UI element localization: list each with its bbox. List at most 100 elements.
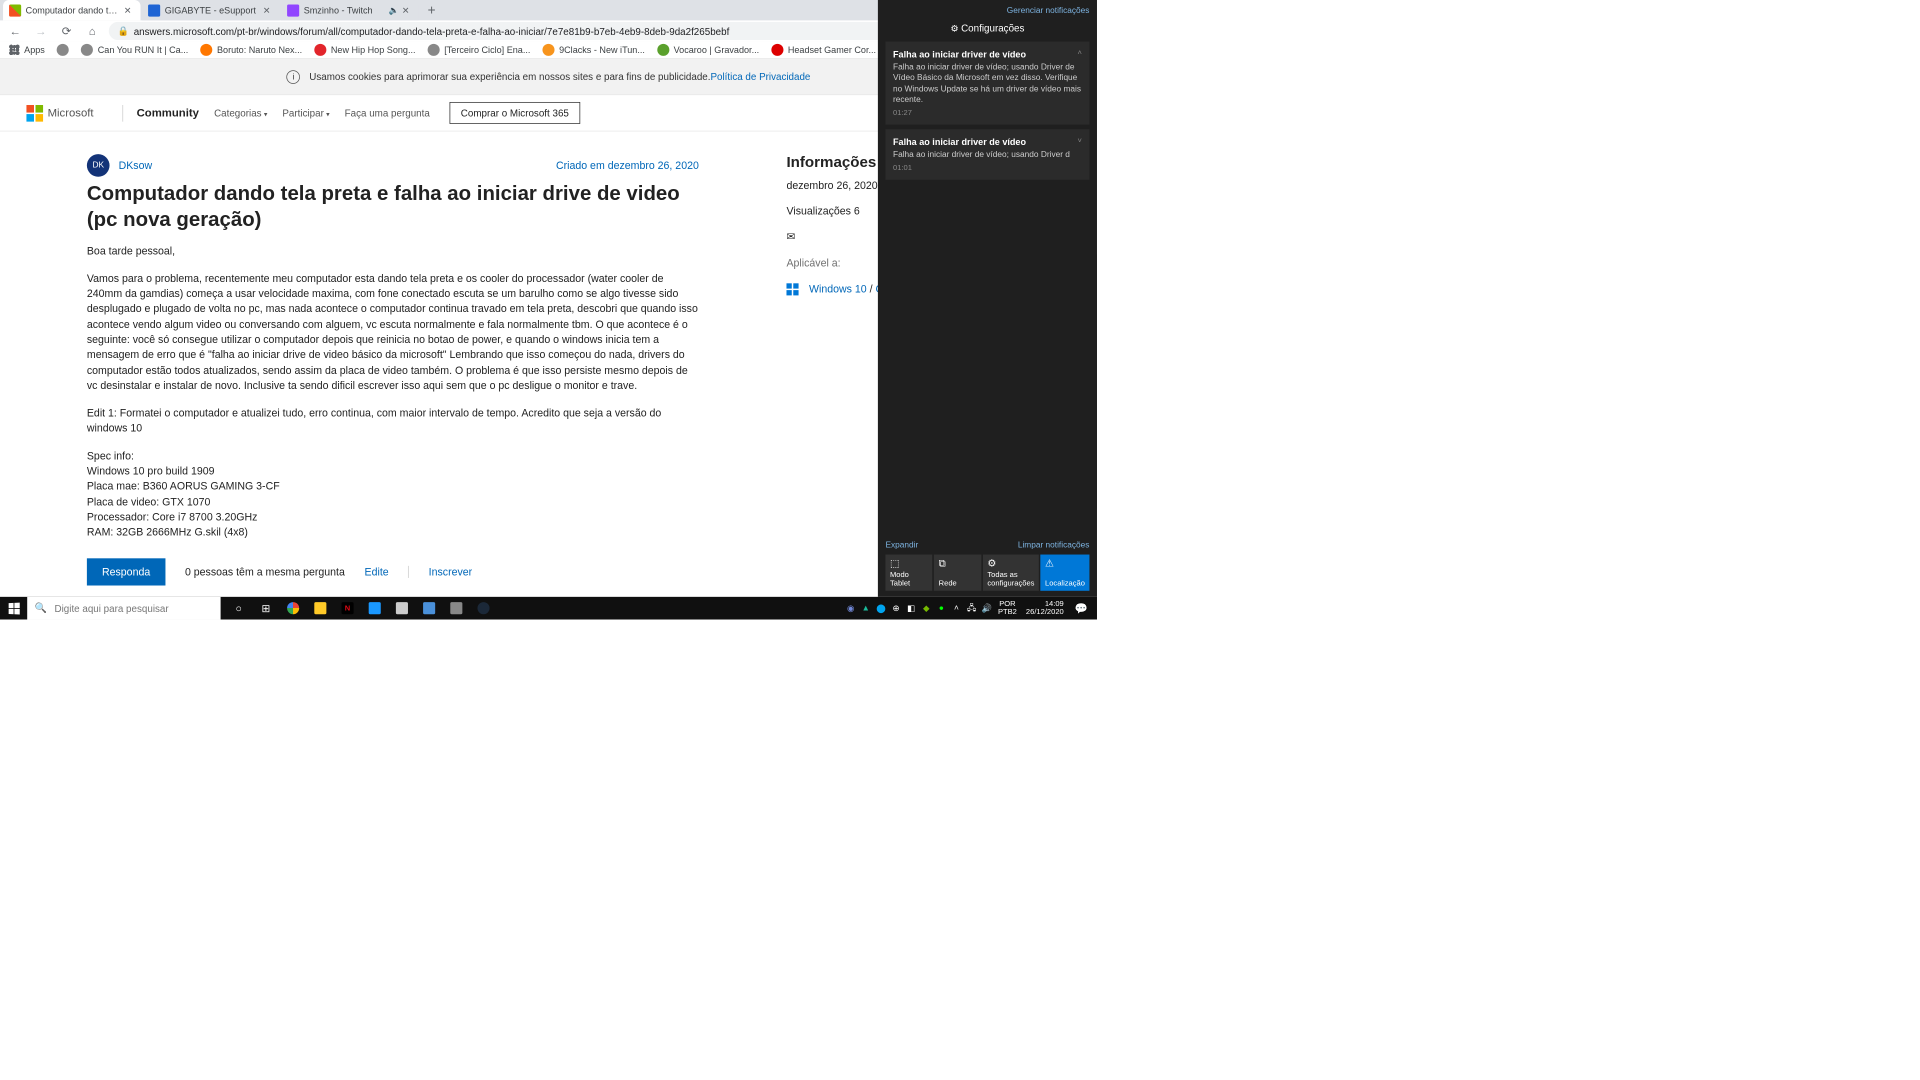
taskbar-app-steam[interactable] bbox=[470, 597, 497, 620]
volume-icon[interactable]: 🔊 bbox=[980, 597, 994, 620]
participate-dropdown[interactable]: Participar▾ bbox=[282, 107, 329, 118]
close-icon[interactable]: ✕ bbox=[260, 5, 274, 16]
bookmark-item[interactable]: [Terceiro Ciclo] Ena... bbox=[425, 42, 534, 57]
qa-network[interactable]: ⧉Rede bbox=[934, 555, 981, 591]
taskbar-app-explorer[interactable] bbox=[307, 597, 334, 620]
home-button[interactable]: ⌂ bbox=[83, 25, 101, 38]
bookmark-item[interactable]: Vocaroo | Gravador... bbox=[654, 42, 762, 57]
bookmark-item[interactable]: Boruto: Naruto Nex... bbox=[197, 42, 305, 57]
tray-icon[interactable]: ◆ bbox=[919, 597, 933, 620]
start-button[interactable] bbox=[0, 597, 27, 620]
notif-body: Falha ao iniciar driver de vídeo; usando… bbox=[893, 150, 1082, 161]
author-link[interactable]: DKsow bbox=[119, 159, 153, 171]
spec-line: Windows 10 pro build 1909 bbox=[87, 463, 699, 478]
lock-icon: 🔒 bbox=[118, 26, 129, 37]
notification-item[interactable]: Falha ao iniciar driver de vídeo Falha a… bbox=[885, 42, 1089, 125]
task-view-button[interactable]: ⊞ bbox=[252, 597, 279, 620]
bookmark-item[interactable]: Can You RUN It | Ca... bbox=[78, 42, 191, 57]
bookmark-icon bbox=[57, 44, 69, 56]
expand-link[interactable]: Expandir bbox=[885, 541, 918, 550]
gear-icon: ⚙ bbox=[987, 558, 1034, 570]
bookmark-item[interactable]: Headset Gamer Cor... bbox=[768, 42, 879, 57]
tray-icon[interactable]: ◉ bbox=[844, 597, 858, 620]
settings-header[interactable]: Configurações bbox=[885, 23, 1089, 34]
taskbar-app[interactable] bbox=[416, 597, 443, 620]
close-icon[interactable]: ✕ bbox=[121, 5, 135, 16]
language-indicator[interactable]: PORPTB2 bbox=[995, 600, 1020, 617]
same-question-count: 0 pessoas têm a mesma pergunta bbox=[185, 566, 345, 578]
search-icon: 🔍 bbox=[35, 602, 47, 614]
buy-m365-button[interactable]: Comprar o Microsoft 365 bbox=[449, 102, 580, 124]
respond-button[interactable]: Responda bbox=[87, 558, 165, 585]
taskbar-app[interactable] bbox=[388, 597, 415, 620]
taskbar-app-netflix[interactable]: N bbox=[334, 597, 361, 620]
url-text: answers.microsoft.com/pt-br/windows/foru… bbox=[134, 25, 730, 36]
tray-icon[interactable]: ▲ bbox=[859, 597, 873, 620]
bookmark-item[interactable] bbox=[54, 42, 72, 57]
spec-line: Placa de video: GTX 1070 bbox=[87, 494, 699, 509]
subscribe-link[interactable]: Inscrever bbox=[429, 566, 473, 578]
tab-inactive[interactable]: Smzinho - Twitch 🔈 ✕ bbox=[281, 0, 419, 20]
bookmark-item[interactable]: 9Clacks - New iTun... bbox=[539, 42, 647, 57]
tray-icon[interactable]: ⬤ bbox=[874, 597, 888, 620]
bookmark-icon bbox=[542, 44, 554, 56]
network-icon: ⧉ bbox=[939, 558, 977, 570]
back-button[interactable]: ← bbox=[6, 25, 24, 38]
reload-button[interactable]: ⟳ bbox=[57, 24, 75, 38]
edit-link[interactable]: Edite bbox=[365, 566, 389, 578]
mute-icon[interactable]: 🔈 bbox=[389, 5, 399, 15]
tab-active[interactable]: Computador dando tela preta e ... ✕ bbox=[3, 0, 141, 20]
notif-title: Falha ao iniciar driver de vídeo bbox=[893, 137, 1082, 148]
qa-tablet-mode[interactable]: ⬚Modo Tablet bbox=[885, 555, 932, 591]
bookmark-icon bbox=[771, 44, 783, 56]
ms-logo[interactable]: Microsoft bbox=[26, 105, 93, 122]
notif-time: 01:27 bbox=[893, 109, 1082, 117]
spec-line: RAM: 32GB 2666MHz G.skil (4x8) bbox=[87, 525, 699, 540]
categories-dropdown[interactable]: Categorias▾ bbox=[214, 107, 267, 118]
windows-icon bbox=[786, 284, 798, 296]
clear-notifications-link[interactable]: Limpar notificações bbox=[1018, 541, 1090, 550]
tab-title: Smzinho - Twitch bbox=[304, 5, 387, 16]
spec-header: Spec info: bbox=[87, 448, 699, 463]
windows-link[interactable]: Windows 10 bbox=[809, 283, 867, 295]
ask-question-link[interactable]: Faça uma pergunta bbox=[345, 107, 430, 118]
close-icon[interactable]: ✕ bbox=[399, 5, 413, 16]
bookmark-icon bbox=[314, 44, 326, 56]
action-center-icon[interactable]: 💬 bbox=[1070, 597, 1093, 620]
bookmark-item[interactable]: New Hip Hop Song... bbox=[311, 42, 418, 57]
tray-icon[interactable]: ⊕ bbox=[889, 597, 903, 620]
post-body: Vamos para o problema, recentemente meu … bbox=[87, 270, 699, 393]
tab-inactive[interactable]: GIGABYTE - eSupport ✕ bbox=[142, 0, 280, 20]
question-title: Computador dando tela preta e falha ao i… bbox=[87, 181, 699, 232]
bookmark-icon bbox=[657, 44, 669, 56]
new-tab-button[interactable]: + bbox=[420, 2, 443, 18]
quick-actions: ⬚Modo Tablet ⧉Rede ⚙Todas as configuraçõ… bbox=[885, 555, 1089, 591]
qa-all-settings[interactable]: ⚙Todas as configurações bbox=[983, 555, 1039, 591]
info-icon: i bbox=[287, 70, 301, 84]
chevron-down-icon[interactable]: ˅ bbox=[1077, 137, 1081, 145]
forward-button: → bbox=[32, 25, 50, 38]
search-input[interactable]: 🔍 Digite aqui para pesquisar bbox=[27, 597, 220, 620]
qa-location[interactable]: ⚠Localização bbox=[1040, 555, 1089, 591]
cortana-button[interactable]: ○ bbox=[225, 597, 252, 620]
apps-button[interactable]: Apps bbox=[6, 43, 48, 57]
taskbar-app-prime[interactable] bbox=[361, 597, 388, 620]
tray-icon[interactable]: ● bbox=[934, 597, 948, 620]
clock[interactable]: 14:0926/12/2020 bbox=[1021, 600, 1068, 617]
network-icon[interactable]: 🖧 bbox=[965, 597, 979, 620]
community-link[interactable]: Community bbox=[137, 107, 199, 120]
post-greeting: Boa tarde pessoal, bbox=[87, 243, 699, 258]
notification-item[interactable]: Falha ao iniciar driver de vídeo Falha a… bbox=[885, 129, 1089, 180]
manage-notifications-link[interactable]: Gerenciar notificações bbox=[885, 6, 1089, 15]
tray-icon[interactable]: ◧ bbox=[904, 597, 918, 620]
taskbar-app[interactable] bbox=[443, 597, 470, 620]
favicon bbox=[148, 4, 160, 16]
location-icon: ⚠ bbox=[1045, 558, 1085, 570]
taskbar: 🔍 Digite aqui para pesquisar ○ ⊞ N ◉ ▲ ⬤… bbox=[0, 597, 1097, 620]
favicon bbox=[287, 4, 299, 16]
chevron-up-icon[interactable]: ˄ bbox=[1077, 49, 1081, 57]
taskbar-app-chrome[interactable] bbox=[280, 597, 307, 620]
bookmark-icon bbox=[428, 44, 440, 56]
tray-expand-icon[interactable]: ˄ bbox=[950, 597, 964, 620]
privacy-link[interactable]: Política de Privacidade bbox=[710, 71, 810, 82]
